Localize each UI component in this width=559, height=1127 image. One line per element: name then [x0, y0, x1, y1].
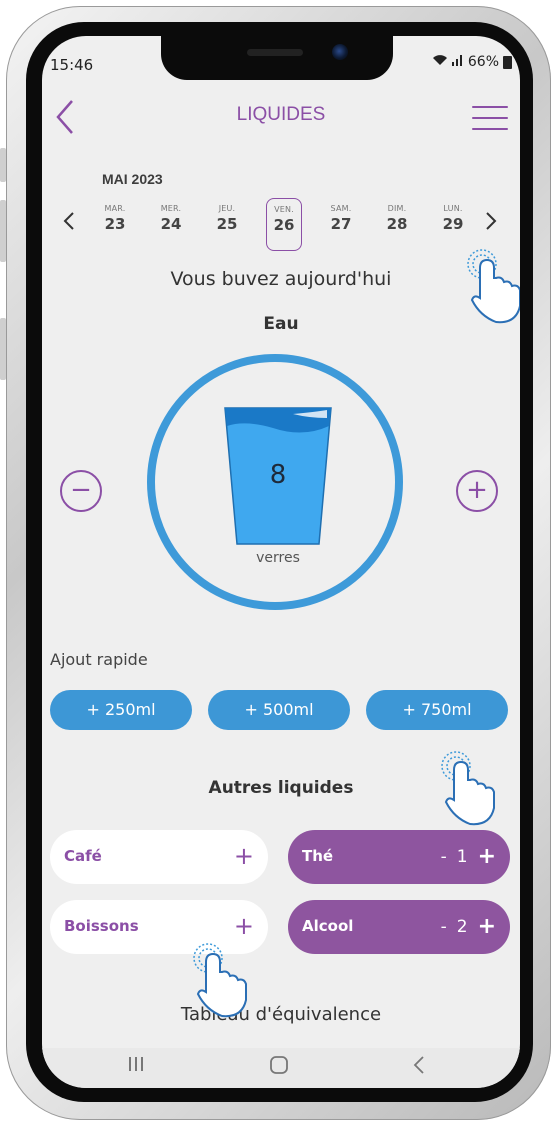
quick-add-250-button[interactable]: + 250ml — [50, 690, 192, 730]
signal-icon — [451, 54, 464, 70]
android-nav-bar — [42, 1048, 520, 1088]
chevron-left-icon — [63, 212, 74, 230]
drink-headline: Vous buvez aujourd'hui — [170, 268, 392, 290]
the-label: Thé — [302, 847, 334, 865]
phone-side-button — [0, 200, 6, 262]
menu-button[interactable] — [472, 106, 508, 134]
hamburger-icon — [472, 106, 508, 108]
the-increment-button[interactable]: + — [478, 844, 496, 869]
front-camera — [332, 44, 348, 60]
tap-hand-icon — [193, 943, 247, 1018]
minus-icon: − — [70, 475, 92, 505]
home-icon — [270, 1056, 288, 1074]
next-week-button[interactable] — [484, 210, 498, 238]
the-stepper: - 1 + — [441, 844, 496, 869]
quick-add-500-button[interactable]: + 500ml — [208, 690, 350, 730]
prev-week-button[interactable] — [62, 210, 76, 238]
page-title: LIQUIDES — [236, 104, 326, 125]
other-liquids-title: Autres liquides — [208, 778, 354, 798]
system-back-button[interactable] — [412, 1054, 426, 1081]
camera-notch — [161, 36, 393, 80]
chevron-left-icon — [413, 1056, 424, 1074]
alcool-decrement-button[interactable]: - — [441, 917, 447, 937]
cafe-card[interactable]: Café + — [50, 830, 268, 884]
day-thu[interactable]: JEU. 25 — [210, 204, 244, 233]
status-indicators: 66% — [432, 54, 512, 70]
alcool-increment-button[interactable]: + — [478, 914, 496, 939]
wifi-icon — [432, 54, 448, 70]
phone-side-button — [0, 318, 6, 380]
day-sat[interactable]: SAM. 27 — [324, 204, 358, 233]
recent-apps-button[interactable] — [126, 1054, 146, 1079]
drink-type: Eau — [263, 314, 299, 334]
glass-unit: verres — [256, 550, 300, 566]
day-fri-selected[interactable]: VEN. 26 — [266, 198, 302, 251]
increase-button[interactable]: + — [456, 470, 498, 512]
alcool-stepper: - 2 + — [441, 914, 496, 939]
alcool-label: Alcool — [302, 917, 354, 935]
the-decrement-button[interactable]: - — [441, 847, 447, 867]
phone-side-button — [0, 148, 6, 182]
home-button[interactable] — [268, 1054, 290, 1081]
battery-level: 66% — [467, 54, 499, 70]
day-wed[interactable]: MER. 24 — [154, 204, 188, 233]
calendar-month: MAI 2023 — [102, 171, 163, 187]
app-header: LIQUIDES — [42, 98, 520, 142]
alcool-card: Alcool - 2 + — [288, 900, 510, 954]
the-value: 1 — [456, 846, 468, 867]
quick-add-label: Ajout rapide — [50, 650, 148, 669]
the-card: Thé - 1 + — [288, 830, 510, 884]
app-screen: 15:46 66% LIQUIDES MAI 2023 MAR. 23 MER.… — [42, 36, 520, 1088]
day-tue[interactable]: MAR. 23 — [98, 204, 132, 233]
plus-icon: + — [466, 475, 488, 505]
status-time: 15:46 — [50, 56, 94, 74]
decrease-button[interactable]: − — [60, 470, 102, 512]
recent-apps-icon — [129, 1057, 143, 1071]
glass-count: 8 — [269, 460, 287, 490]
battery-icon — [503, 55, 512, 69]
cafe-label: Café — [64, 847, 102, 865]
add-cafe-button[interactable]: + — [234, 842, 254, 870]
chevron-right-icon — [486, 212, 497, 230]
alcool-value: 2 — [456, 916, 468, 937]
date-strip: MAR. 23 MER. 24 JEU. 25 VEN. 26 SAM. 27 … — [50, 198, 512, 258]
day-sun[interactable]: DIM. 28 — [380, 204, 414, 233]
boissons-label: Boissons — [64, 917, 139, 935]
quick-add-750-button[interactable]: + 750ml — [366, 690, 508, 730]
speaker-grille — [247, 49, 303, 56]
day-mon[interactable]: LUN. 29 — [436, 204, 470, 233]
add-boissons-button[interactable]: + — [234, 912, 254, 940]
equivalence-table-link[interactable]: Tableau d'équivalence — [42, 1004, 520, 1025]
